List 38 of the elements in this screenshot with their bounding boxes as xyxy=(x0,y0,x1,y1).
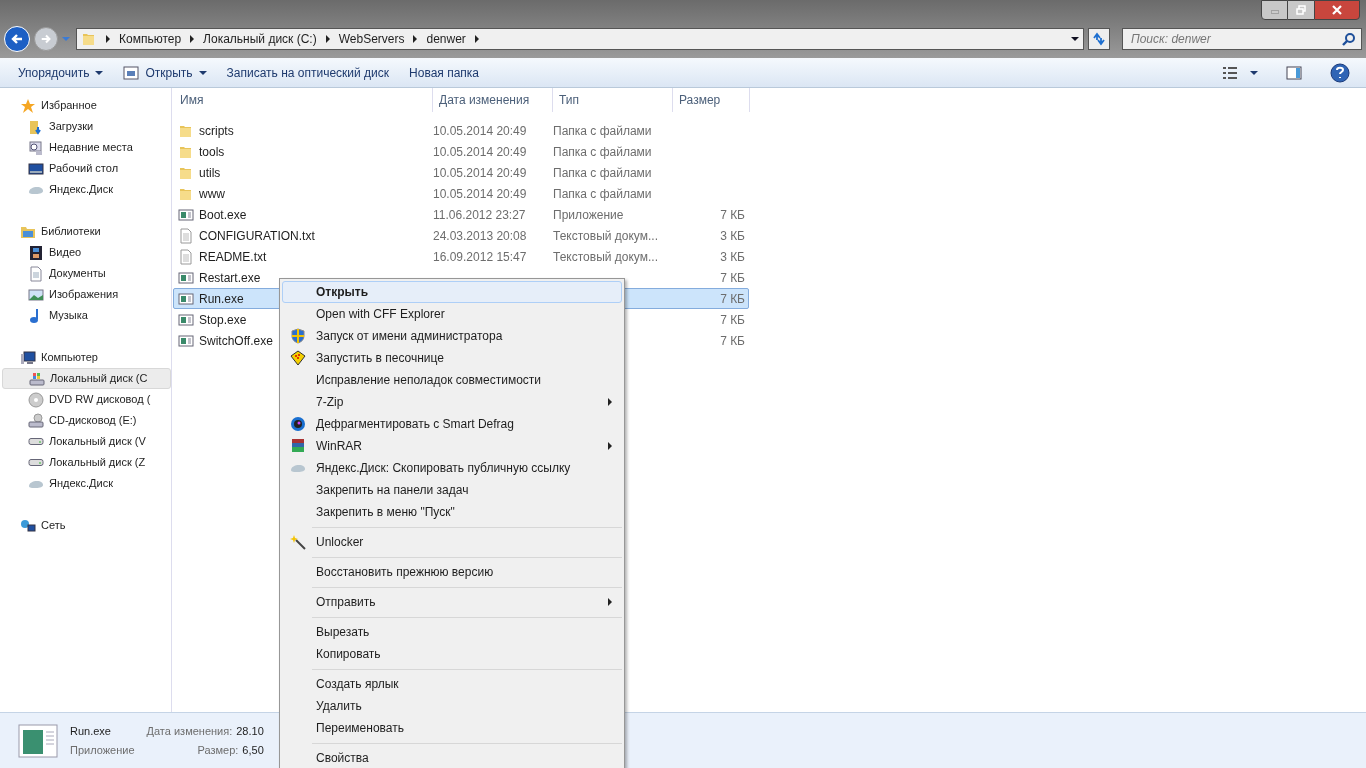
type-cell: Папка с файлами xyxy=(553,165,652,180)
date-cell: 10.05.2014 20:49 xyxy=(433,165,527,180)
file-name: www xyxy=(199,185,225,203)
file-name: Stop.exe xyxy=(199,311,247,329)
file-name: SwitchOff.exe xyxy=(199,332,273,350)
file-name: Run.exe xyxy=(199,290,244,308)
detail-label: Размер: xyxy=(197,743,239,758)
type-cell: Текстовый докум... xyxy=(553,249,658,264)
type-cell: Папка с файлами xyxy=(553,144,652,159)
file-name: CONFIGURATION.txt xyxy=(199,227,315,245)
size-cell: 7 КБ xyxy=(720,333,745,348)
file-name: Restart.exe xyxy=(199,269,261,287)
date-cell: 11.06.2012 23:27 xyxy=(433,207,526,222)
detail-value: 6,50 xyxy=(242,743,264,758)
type-cell: Приложение xyxy=(553,207,624,222)
file-name: README.txt xyxy=(199,248,267,266)
detail-label: Дата изменения: xyxy=(146,723,233,739)
date-cell: 10.05.2014 20:49 xyxy=(433,144,527,159)
file-name: tools xyxy=(199,143,225,161)
date-cell: 16.09.2012 15:47 xyxy=(433,249,527,264)
date-cell: 24.03.2013 20:08 xyxy=(433,228,527,243)
file-name: utils xyxy=(199,164,221,182)
size-cell: 7 КБ xyxy=(720,291,745,306)
date-cell: 10.05.2014 20:49 xyxy=(433,123,527,138)
file-type: Приложение xyxy=(70,743,135,758)
size-cell: 3 КБ xyxy=(720,228,745,243)
file-name: Boot.exe xyxy=(199,206,247,224)
detail-value: 28.10 xyxy=(236,723,264,739)
type-cell: Текстовый докум... xyxy=(553,228,658,243)
size-cell: 3 КБ xyxy=(720,249,745,264)
type-cell: Папка с файлами xyxy=(553,123,652,138)
size-cell: 7 КБ xyxy=(720,270,745,285)
type-cell: Папка с файлами xyxy=(553,186,652,201)
file-name: Run.exe xyxy=(70,723,112,739)
size-cell: 7 КБ xyxy=(720,312,745,327)
size-cell: 7 КБ xyxy=(720,207,745,222)
date-cell: 10.05.2014 20:49 xyxy=(433,186,527,201)
file-name: scripts xyxy=(199,122,234,140)
